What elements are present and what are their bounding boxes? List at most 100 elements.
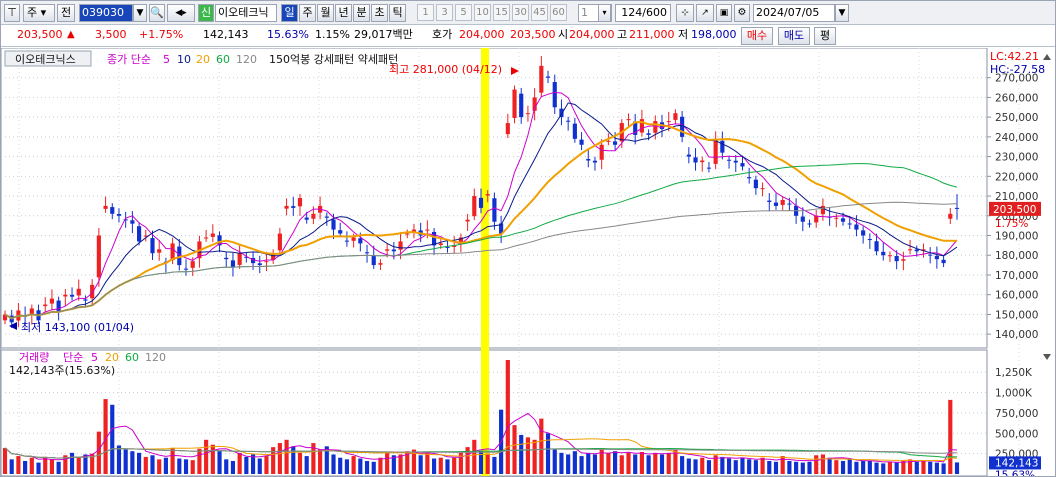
- buy-button[interactable]: 매수: [741, 27, 773, 45]
- volume-bar: [740, 457, 745, 474]
- candle-body: [539, 65, 544, 93]
- candle-body: [693, 157, 698, 163]
- volume-bar: [277, 443, 282, 474]
- volume-bar: [452, 457, 457, 474]
- bid: 204,000: [459, 28, 505, 41]
- candle-body: [586, 158, 591, 161]
- volume-bar: [733, 460, 738, 474]
- volume-bar: [318, 449, 323, 474]
- volume-bar: [177, 458, 182, 474]
- volume-bar: [747, 459, 752, 474]
- indicator-icon[interactable]: ↗: [696, 4, 714, 22]
- candle-body: [157, 249, 162, 253]
- candle-body: [405, 233, 410, 235]
- change-pct: +1.75%: [139, 28, 184, 41]
- data-count-value: 124: [621, 6, 643, 19]
- interval-button-45[interactable]: 45: [531, 4, 548, 21]
- candle-body: [277, 233, 282, 251]
- volume-bar: [579, 456, 584, 474]
- sell-button[interactable]: 매도: [778, 27, 810, 45]
- volume-tag-pct: 15.63%: [995, 469, 1035, 476]
- high: 211,000: [629, 28, 675, 41]
- toolbar: ⊤ 주 ▾ 전 039030 ▼ 🔍 ◀▸ 신 이오테크닉 1 ▾ 124/60…: [1, 1, 1055, 25]
- candle-body: [726, 159, 732, 161]
- volume-bar: [814, 455, 819, 474]
- candle-body: [720, 140, 725, 153]
- candle-body: [901, 259, 906, 261]
- prev-button[interactable]: 전: [57, 4, 75, 22]
- candle-body: [391, 249, 396, 252]
- candle-body: [941, 259, 946, 264]
- volume-bar: [586, 452, 591, 474]
- volume-bar: [358, 458, 363, 474]
- candle-body: [854, 224, 859, 230]
- period-tab-5[interactable]: 초: [371, 4, 388, 22]
- search-icon[interactable]: 🔍: [149, 4, 165, 22]
- volume-bar: [472, 439, 477, 474]
- candle-body: [706, 167, 712, 169]
- volume-bar: [445, 459, 450, 474]
- eval-button[interactable]: 평: [814, 27, 836, 45]
- candle-body: [666, 121, 671, 123]
- interval-button-30[interactable]: 30: [512, 4, 529, 21]
- volume-bar: [344, 459, 349, 474]
- volume-bar: [693, 459, 698, 474]
- candle-body: [934, 255, 939, 260]
- interval-button-5[interactable]: 5: [455, 4, 472, 21]
- volume-bar: [941, 463, 946, 474]
- candle-body: [767, 200, 772, 202]
- interval-button-60[interactable]: 60: [550, 4, 567, 21]
- volume-bar: [143, 456, 148, 474]
- gear-icon[interactable]: ⚙: [734, 4, 750, 22]
- volume-bar: [613, 451, 618, 474]
- period-tab-4[interactable]: 분: [353, 4, 370, 22]
- period-tab-0[interactable]: 일: [281, 4, 298, 22]
- candle-body: [800, 216, 805, 222]
- candle-body: [83, 299, 88, 301]
- price-tick-label: 220,000: [995, 171, 1038, 183]
- candle-body: [807, 223, 812, 225]
- layout-icon[interactable]: ⊤: [4, 4, 20, 22]
- volume-bar: [23, 460, 28, 474]
- step-icon[interactable]: ◀▸: [167, 4, 195, 22]
- spinner-icon[interactable]: ▾: [598, 4, 611, 22]
- save-icon[interactable]: ▣: [716, 4, 732, 22]
- code-input[interactable]: 039030: [79, 4, 133, 22]
- interval-button-10[interactable]: 10: [474, 4, 491, 21]
- volume-bar: [338, 457, 343, 474]
- price-chart[interactable]: 270,000260,000250,000240,000230,000220,0…: [1, 48, 1055, 476]
- volume-bar: [861, 460, 866, 474]
- volume-tick-label: 500,000: [995, 428, 1038, 440]
- candle-body: [760, 188, 765, 190]
- interval-button-1[interactable]: 1: [417, 4, 434, 21]
- period-tab-6[interactable]: 틱: [389, 4, 406, 22]
- legend-extra: 150억봉 강세패턴 약세패턴: [269, 52, 398, 66]
- date-input[interactable]: 2024/07/05: [753, 4, 835, 22]
- candle-body: [398, 241, 403, 250]
- period-tab-2[interactable]: 월: [317, 4, 334, 22]
- candle-body: [713, 138, 718, 164]
- market-select[interactable]: 주 ▾: [23, 4, 55, 22]
- volume-bar: [49, 459, 55, 474]
- volume-bar: [116, 445, 122, 474]
- candle-body: [137, 226, 142, 242]
- volume-bar: [137, 452, 142, 474]
- volume-bar: [183, 459, 189, 474]
- volume-bar: [934, 462, 939, 474]
- crosshair-icon[interactable]: ⊹: [676, 4, 694, 22]
- period-tab-1[interactable]: 주: [299, 4, 316, 22]
- period-tab-3[interactable]: 년: [335, 4, 352, 22]
- chevron-down-icon[interactable]: ▼: [133, 4, 147, 22]
- volume-bar: [378, 457, 383, 474]
- candle-body: [49, 298, 55, 304]
- chevron-down-icon[interactable]: ▼: [835, 4, 849, 22]
- price-tick-label: 260,000: [995, 92, 1038, 104]
- volume-bar: [552, 449, 557, 474]
- interval-button-15[interactable]: 15: [493, 4, 510, 21]
- legend-ma: 5: [163, 53, 170, 66]
- volume-bar: [619, 455, 624, 474]
- price-tick-label: 210,000: [995, 191, 1038, 203]
- interval-button-3[interactable]: 3: [436, 4, 453, 21]
- candle-body: [747, 177, 752, 179]
- candle-body: [183, 268, 189, 270]
